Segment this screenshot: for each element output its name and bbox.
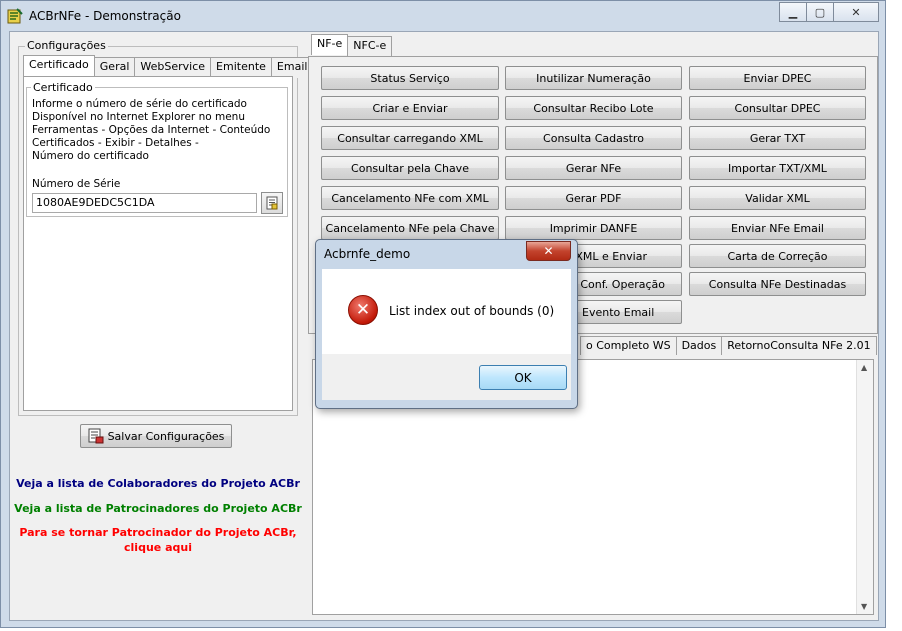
close-icon: ✕: [543, 244, 554, 258]
close-icon: ✕: [851, 5, 861, 19]
consulta-nfe-destinadas-button[interactable]: Consulta NFe Destinadas: [689, 272, 866, 296]
validar-xml-button[interactable]: Validar XML: [689, 186, 866, 210]
consultar-recibo-lote-button[interactable]: Consultar Recibo Lote: [505, 96, 682, 120]
ok-button[interactable]: OK: [479, 365, 567, 390]
enviar-dpec-button[interactable]: Enviar DPEC: [689, 66, 866, 90]
link-colaboradores[interactable]: Veja a lista de Colaboradores do Projeto…: [10, 477, 306, 490]
browse-cert-button[interactable]: [261, 192, 283, 214]
inutilizar-numeracao-button[interactable]: Inutilizar Numeração: [505, 66, 682, 90]
carta-correcao-button[interactable]: Carta de Correção: [689, 244, 866, 268]
tab-nfce[interactable]: NFC-e: [347, 36, 393, 57]
error-dialog: Acbrnfe_demo ✕ ✕ List index out of bound…: [315, 239, 578, 409]
tab-webservice[interactable]: WebService: [134, 57, 212, 78]
imprimir-danfe-button[interactable]: Imprimir DANFE: [505, 216, 682, 240]
nfe-tabs: NF-e NFC-e: [311, 34, 393, 57]
scroll-up-icon[interactable]: ▲: [861, 363, 867, 372]
app-icon: [7, 8, 23, 24]
config-tabs: Certificado Geral WebService Emitente Em…: [23, 55, 314, 78]
consulta-cadastro-button[interactable]: Consulta Cadastro: [505, 126, 682, 150]
info-line: Disponível no Internet Explorer no menu: [32, 111, 245, 123]
config-group-title: Configurações: [25, 39, 108, 52]
info-line: Número do certificado: [32, 150, 149, 162]
save-config-icon: [88, 428, 104, 444]
cancelamento-xml-button[interactable]: Cancelamento NFe com XML: [321, 186, 499, 210]
save-config-button[interactable]: Salvar Configurações: [80, 424, 232, 448]
error-message: List index out of bounds (0): [389, 304, 555, 318]
dialog-title: Acbrnfe_demo: [324, 247, 411, 261]
config-panel: Configurações Certificado Geral WebServi…: [10, 32, 314, 620]
result-tabs: o Completo WS Dados RetornoConsulta NFe …: [580, 336, 877, 355]
certificado-group: Certificado Informe o número de série do…: [26, 81, 288, 217]
cert-instructions: Informe o número de série do certificado…: [32, 98, 270, 163]
browse-cert-icon: [266, 196, 278, 210]
certificado-tab-body: Certificado Informe o número de série do…: [23, 76, 293, 411]
link-tornar-patrocinador[interactable]: Para se tornar Patrocinador do Projeto A…: [10, 526, 306, 554]
dialog-body: ✕ List index out of bounds (0): [322, 269, 571, 354]
dialog-footer: OK: [322, 354, 571, 400]
link-tornar-line2: clique aqui: [124, 541, 192, 554]
info-line: Ferramentas - Opções da Internet - Conte…: [32, 124, 271, 136]
tab-nfe[interactable]: NF-e: [311, 34, 349, 55]
tab-retorno-consulta[interactable]: RetornoConsulta NFe 2.01: [721, 336, 877, 355]
info-line: Certificados - Exibir - Detalhes -: [32, 137, 199, 149]
gerar-pdf-button[interactable]: Gerar PDF: [505, 186, 682, 210]
serial-label: Número de Série: [32, 178, 121, 190]
tab-geral[interactable]: Geral: [93, 57, 136, 78]
consultar-chave-button[interactable]: Consultar pela Chave: [321, 156, 499, 180]
consultar-xml-button[interactable]: Consultar carregando XML: [321, 126, 499, 150]
save-config-label: Salvar Configurações: [107, 429, 225, 443]
serial-number-input[interactable]: 1080AE9DEDC5C1DA: [32, 193, 257, 213]
tab-dados[interactable]: Dados: [675, 336, 723, 355]
enviar-nfe-email-button[interactable]: Enviar NFe Email: [689, 216, 866, 240]
tab-certificado[interactable]: Certificado: [23, 55, 95, 76]
dialog-close-button[interactable]: ✕: [526, 241, 571, 261]
criar-enviar-button[interactable]: Criar e Enviar: [321, 96, 499, 120]
maximize-button[interactable]: ▢: [806, 2, 834, 22]
window-title: ACBrNFe - Demonstração: [29, 9, 181, 23]
info-line: Informe o número de série do certificado: [32, 98, 247, 110]
link-tornar-line1: Para se tornar Patrocinador do Projeto A…: [19, 526, 297, 539]
certificado-group-title: Certificado: [31, 81, 95, 94]
gerar-nfe-button[interactable]: Gerar NFe: [505, 156, 682, 180]
caption-buttons: ▁ ▢ ✕: [779, 2, 879, 22]
scroll-down-icon[interactable]: ▼: [861, 602, 867, 611]
status-servico-button[interactable]: Status Serviço: [321, 66, 499, 90]
memo-scrollbar[interactable]: ▲ ▼: [856, 360, 873, 614]
config-group: Configurações Certificado Geral WebServi…: [18, 39, 314, 416]
error-icon: ✕: [348, 295, 378, 325]
tab-emitente[interactable]: Emitente: [210, 57, 272, 78]
link-patrocinadores[interactable]: Veja a lista de Patrocinadores do Projet…: [10, 502, 306, 515]
close-button[interactable]: ✕: [833, 2, 879, 22]
cancelamento-chave-button[interactable]: Cancelamento NFe pela Chave: [321, 216, 499, 240]
title-bar: ACBrNFe - Demonstração ▁ ▢ ✕: [1, 1, 885, 31]
maximize-icon: ▢: [814, 5, 826, 19]
minimize-icon: ▁: [788, 5, 798, 19]
gerar-txt-button[interactable]: Gerar TXT: [689, 126, 866, 150]
tab-completo-ws[interactable]: o Completo WS: [580, 336, 677, 355]
minimize-button[interactable]: ▁: [779, 2, 807, 22]
consultar-dpec-button[interactable]: Consultar DPEC: [689, 96, 866, 120]
importar-txt-xml-button[interactable]: Importar TXT/XML: [689, 156, 866, 180]
